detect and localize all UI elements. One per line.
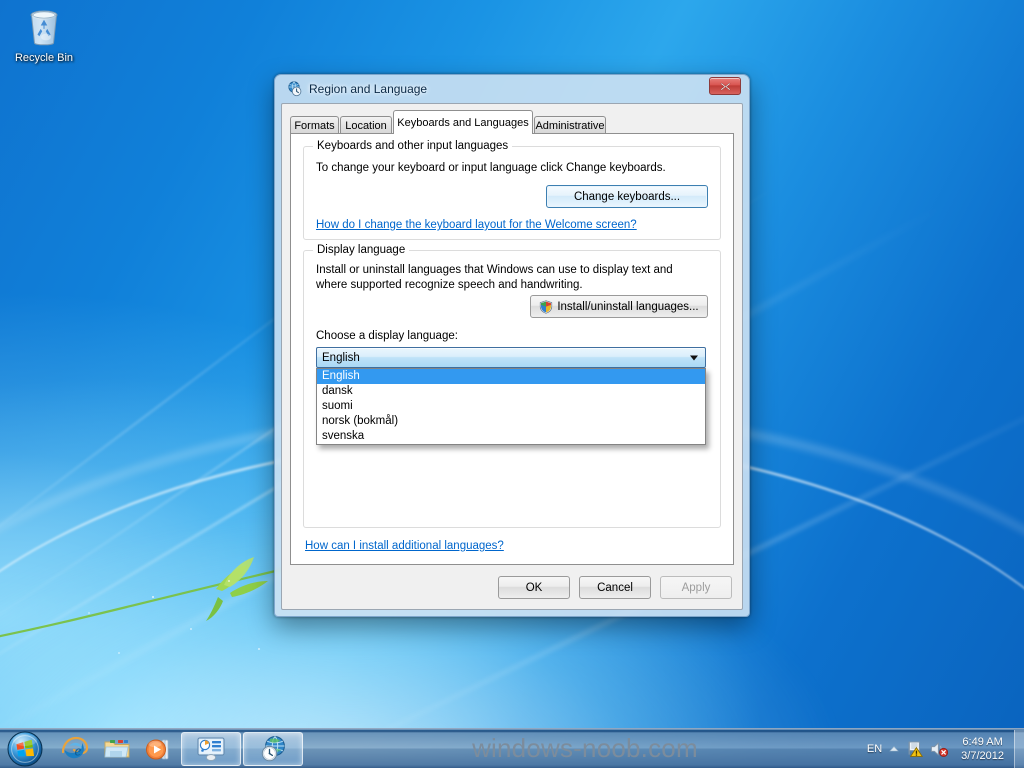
windows-logo-icon — [7, 731, 43, 766]
tabstrip: Formats Location Keyboards and Languages… — [290, 110, 742, 134]
cancel-button[interactable]: Cancel — [579, 576, 651, 599]
show-desktop-button[interactable] — [1014, 729, 1024, 768]
tray-language-indicator[interactable]: EN — [867, 743, 882, 755]
chevron-down-icon[interactable] — [690, 355, 698, 360]
apply-button: Apply — [660, 576, 732, 599]
tab-administrative[interactable]: Administrative — [534, 116, 606, 134]
combobox-value: English — [322, 351, 360, 364]
taskbar-watermark: windows-noob.com — [472, 733, 698, 763]
tab-keyboards-and-languages[interactable]: Keyboards and Languages — [393, 110, 533, 134]
welcome-screen-keyboard-link[interactable]: How do I change the keyboard layout for … — [316, 219, 637, 231]
display-language-combobox-wrapper: English English dansk suomi norsk (bokmå… — [316, 347, 706, 445]
display-language-group: Display language Install or uninstall la… — [303, 244, 721, 528]
apply-label: Apply — [681, 581, 711, 594]
dialog-title: Region and Language — [309, 82, 428, 96]
dropdown-option[interactable]: dansk — [317, 384, 705, 399]
display-language-group-title: Display language — [313, 244, 410, 256]
dropdown-option[interactable]: suomi — [317, 399, 705, 414]
install-uninstall-languages-label: Install/uninstall languages... — [557, 300, 699, 313]
action-center-warning-icon[interactable] — [906, 740, 924, 757]
recycle-bin-icon — [30, 10, 58, 46]
control-panel-icon — [197, 737, 225, 761]
display-language-combobox[interactable]: English — [316, 347, 706, 368]
clock[interactable]: 6:49 AM 3/7/2012 — [955, 735, 1010, 763]
display-language-description: Install or uninstall languages that Wind… — [316, 264, 673, 291]
keyboards-description: To change your keyboard or input languag… — [316, 162, 666, 174]
keyboards-group: Keyboards and other input languages To c… — [303, 140, 721, 240]
tab-panel-keyboards-and-languages: Keyboards and other input languages To c… — [290, 133, 734, 565]
install-additional-languages-link[interactable]: How can I install additional languages? — [305, 540, 504, 552]
close-icon — [720, 82, 730, 90]
svg-text:e: e — [75, 743, 82, 759]
tab-formats[interactable]: Formats — [290, 116, 339, 134]
region-and-language-dialog[interactable]: Region and Language Formats Location Key… — [274, 74, 750, 617]
dialog-footer: OK Cancel Apply — [498, 576, 732, 599]
taskbar-item-region-language[interactable] — [243, 731, 303, 766]
close-button[interactable] — [709, 77, 741, 95]
uac-shield-icon — [540, 299, 553, 314]
wallpaper-stem — [0, 557, 311, 638]
region-language-icon — [288, 81, 302, 97]
dropdown-option[interactable]: English — [317, 369, 705, 384]
folder-icon — [104, 739, 130, 757]
system-tray: EN 6:49 AM 3/7/2012 — [867, 735, 1010, 763]
taskbar-item-internet-explorer[interactable]: e — [55, 732, 95, 766]
chevron-up-icon — [889, 745, 899, 751]
display-language-dropdown-list[interactable]: English dansk suomi norsk (bokmål) svens… — [316, 368, 706, 445]
dropdown-option[interactable]: norsk (bokmål) — [317, 414, 705, 429]
change-keyboards-button[interactable]: Change keyboards... — [546, 185, 708, 208]
tab-label: Administrative — [535, 119, 605, 132]
keyboards-group-title: Keyboards and other input languages — [313, 140, 513, 152]
start-button[interactable] — [3, 730, 47, 768]
clock-date: 3/7/2012 — [961, 749, 1004, 762]
dropdown-option[interactable]: svenska — [317, 429, 705, 444]
change-keyboards-label: Change keyboards... — [573, 190, 681, 203]
region-language-icon — [261, 735, 285, 761]
tab-label: Location — [345, 119, 387, 132]
choose-display-language-label: Choose a display language: — [316, 330, 458, 342]
volume-muted-icon[interactable] — [930, 741, 949, 757]
dialog-titlebar[interactable]: Region and Language — [281, 75, 743, 103]
show-hidden-icons-icon[interactable] — [889, 745, 899, 753]
taskbar-items: e — [55, 731, 303, 766]
taskbar[interactable]: e windows-noob.com EN 6:49 AM 3/7/2012 — [0, 728, 1024, 768]
tab-label: Keyboards and Languages — [397, 116, 529, 129]
ok-label: OK — [525, 581, 543, 594]
taskbar-item-windows-explorer[interactable] — [97, 732, 137, 766]
ok-button[interactable]: OK — [498, 576, 570, 599]
media-player-icon — [146, 739, 169, 759]
speaker-muted-icon — [931, 742, 949, 757]
clock-time: 6:49 AM — [962, 735, 1003, 748]
flag-warning-icon — [908, 741, 924, 757]
desktop-icon-label: Recycle Bin — [14, 52, 74, 64]
dialog-client-area: Formats Location Keyboards and Languages… — [281, 103, 743, 610]
desktop-icon-recycle-bin[interactable]: Recycle Bin — [6, 6, 82, 65]
tab-location[interactable]: Location — [340, 116, 392, 134]
desktop[interactable]: Recycle Bin Region and Language Formats … — [0, 0, 1024, 768]
cancel-label: Cancel — [597, 581, 633, 594]
taskbar-item-media-player[interactable] — [139, 732, 179, 766]
install-uninstall-languages-button[interactable]: Install/uninstall languages... — [530, 295, 708, 318]
tab-label: Formats — [294, 119, 335, 132]
internet-explorer-icon: e — [61, 736, 89, 759]
taskbar-item-control-panel[interactable] — [181, 731, 241, 766]
